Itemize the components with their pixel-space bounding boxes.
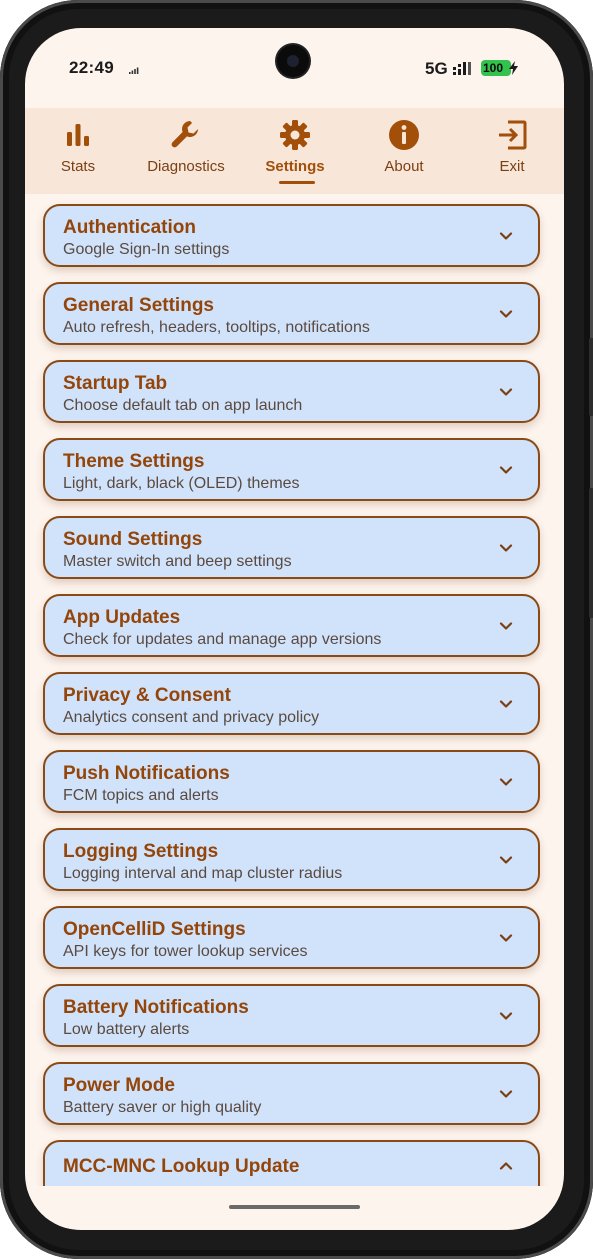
tab-stats-label: Stats: [60, 158, 96, 175]
section-subtitle: Light, dark, black (OLED) themes: [63, 475, 300, 492]
tab-settings[interactable]: Settings: [255, 108, 335, 194]
section-push-notifications[interactable]: Push Notifications FCM topics and alerts: [43, 750, 540, 813]
chevron-down-icon: [499, 622, 513, 630]
section-theme-settings[interactable]: Theme Settings Light, dark, black (OLED)…: [43, 438, 540, 501]
section-subtitle: API keys for tower lookup services: [63, 943, 308, 960]
tab-diagnostics-label: Diagnostics: [147, 158, 225, 175]
section-title: General Settings: [63, 295, 214, 316]
section-title: Power Mode: [63, 1075, 175, 1096]
section-subtitle: Low battery alerts: [63, 1021, 190, 1038]
tab-stats[interactable]: Stats: [43, 108, 113, 194]
chevron-down-icon: [499, 388, 513, 396]
section-power-mode[interactable]: Power Mode Battery saver or high quality: [43, 1062, 540, 1125]
status-bar: 22:49 5G 100: [25, 28, 564, 108]
power-button: [589, 488, 593, 618]
bar-chart-icon: [67, 124, 89, 146]
section-title: Push Notifications: [63, 763, 230, 784]
charging-icon: [509, 61, 518, 75]
active-tab-indicator: [279, 181, 315, 184]
tab-about-label: About: [384, 158, 424, 175]
section-battery-notifications[interactable]: Battery Notifications Low battery alerts: [43, 984, 540, 1047]
network-type: 5G: [425, 59, 448, 78]
tab-diagnostics[interactable]: Diagnostics: [131, 108, 241, 194]
section-title: MCC-MNC Lookup Update: [63, 1156, 300, 1177]
section-subtitle: Logging interval and map cluster radius: [63, 865, 343, 882]
battery-indicator: 100: [481, 60, 511, 76]
wrench-icon: [171, 121, 198, 148]
chevron-down-icon: [499, 544, 513, 552]
chevron-up-icon: [499, 1162, 513, 1170]
chevron-down-icon: [499, 856, 513, 864]
section-logging-settings[interactable]: Logging Settings Logging interval and ma…: [43, 828, 540, 891]
section-title: App Updates: [63, 607, 181, 628]
front-camera: [277, 45, 309, 77]
section-title: OpenCelliD Settings: [63, 919, 246, 940]
section-startup-tab[interactable]: Startup Tab Choose default tab on app la…: [43, 360, 540, 423]
tab-bar: Stats Diagnostics Settings About Exit: [25, 108, 564, 194]
gear-icon: [280, 120, 310, 150]
volume-button: [589, 338, 593, 416]
section-subtitle: Battery saver or high quality: [63, 1099, 262, 1116]
chevron-down-icon: [499, 466, 513, 474]
section-subtitle: Check for updates and manage app version…: [63, 631, 382, 648]
section-opencellid-settings[interactable]: OpenCelliD Settings API keys for tower l…: [43, 906, 540, 969]
chevron-down-icon: [499, 310, 513, 318]
section-title: Theme Settings: [63, 451, 205, 472]
tab-settings-label: Settings: [265, 158, 325, 175]
section-sound-settings[interactable]: Sound Settings Master switch and beep se…: [43, 516, 540, 579]
section-app-updates[interactable]: App Updates Check for updates and manage…: [43, 594, 540, 657]
section-title: Logging Settings: [63, 841, 219, 862]
chevron-down-icon: [499, 700, 513, 708]
section-authentication[interactable]: Authentication Google Sign-In settings: [43, 204, 540, 267]
section-title: Authentication: [63, 217, 196, 238]
exit-icon: [499, 120, 527, 150]
section-title: Sound Settings: [63, 529, 203, 550]
signal-small-icon: [129, 67, 139, 74]
chevron-down-icon: [499, 232, 513, 240]
section-subtitle: Choose default tab on app launch: [63, 397, 303, 414]
status-time: 22:49: [69, 58, 114, 77]
tab-about[interactable]: About: [369, 108, 439, 194]
signal-strength-icon: [453, 62, 471, 75]
chevron-down-icon: [499, 1012, 513, 1020]
chevron-down-icon: [499, 1090, 513, 1098]
chevron-down-icon: [499, 934, 513, 942]
section-general-settings[interactable]: General Settings Auto refresh, headers, …: [43, 282, 540, 345]
section-subtitle: FCM topics and alerts: [63, 787, 219, 804]
chevron-down-icon: [499, 778, 513, 786]
section-title: Startup Tab: [63, 373, 168, 394]
section-title: Privacy & Consent: [63, 685, 231, 706]
screen: 22:49 5G 100 Stats Diagnostics Settings …: [25, 28, 564, 1230]
home-indicator[interactable]: [229, 1205, 360, 1209]
phone-frame: 22:49 5G 100 Stats Diagnostics Settings …: [0, 0, 593, 1259]
section-subtitle: Google Sign-In settings: [63, 241, 230, 258]
info-icon: [389, 120, 419, 150]
section-subtitle: Auto refresh, headers, tooltips, notific…: [63, 319, 370, 336]
section-subtitle: Master switch and beep settings: [63, 553, 292, 570]
tab-exit-label: Exit: [499, 158, 525, 175]
section-privacy-consent[interactable]: Privacy & Consent Analytics consent and …: [43, 672, 540, 735]
section-subtitle: Analytics consent and privacy policy: [63, 709, 320, 726]
section-title: Battery Notifications: [63, 997, 249, 1018]
tab-exit[interactable]: Exit: [477, 108, 547, 194]
settings-list: Authentication Google Sign-In settings G…: [25, 194, 564, 1230]
